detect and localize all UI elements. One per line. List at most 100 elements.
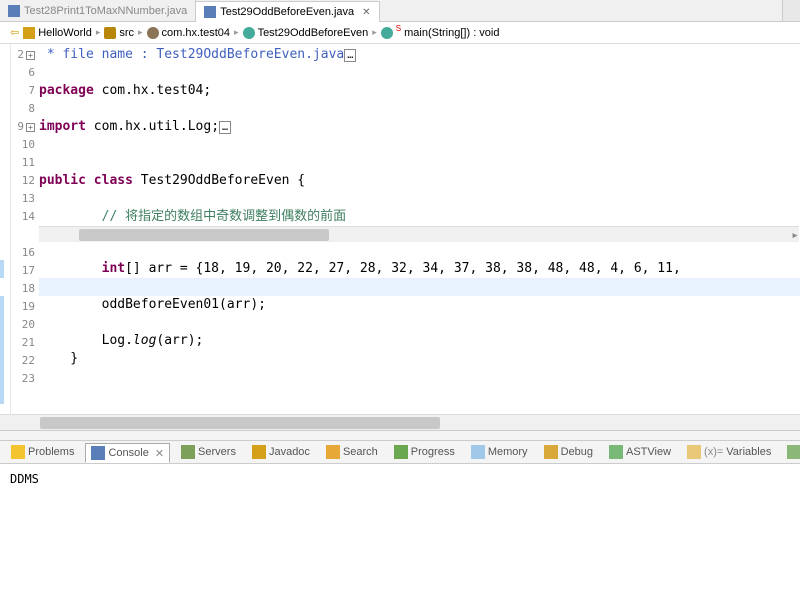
javadoc-icon bbox=[252, 445, 266, 459]
gutter-markers bbox=[0, 44, 11, 414]
tab-label: Test29OddBeforeEven.java bbox=[220, 6, 354, 18]
bc-label: main(String[]) : void bbox=[404, 27, 499, 39]
project-icon bbox=[23, 27, 35, 39]
line-num: 18 bbox=[11, 280, 35, 298]
code-editor[interactable]: 2+ 6 7 8 9+ 10 11 12 13 14 16 17 18 19 2… bbox=[0, 44, 800, 414]
code-text: class bbox=[86, 173, 133, 188]
line-num: 17 bbox=[11, 262, 35, 280]
tab-label: Variables bbox=[726, 446, 771, 458]
breadcrumb: ⇦ HelloWorld ▸ src ▸ com.hx.test04 ▸ Tes… bbox=[0, 22, 800, 44]
bc-method[interactable]: Smain(String[]) : void bbox=[381, 27, 500, 39]
java-file-icon bbox=[8, 5, 20, 17]
code-text: [] arr = {18, 19, 20, 22, 27, 28, 32, 34… bbox=[125, 261, 689, 276]
tab-label: Memory bbox=[488, 446, 528, 458]
inner-hscroll[interactable]: ▸ bbox=[39, 226, 799, 242]
bc-label: HelloWorld bbox=[38, 27, 92, 39]
tab-label: Debug bbox=[561, 446, 593, 458]
progress-icon bbox=[394, 445, 408, 459]
close-icon[interactable]: ✕ bbox=[362, 7, 370, 18]
static-marker: S bbox=[396, 24, 401, 33]
tab-servers[interactable]: Servers bbox=[176, 443, 241, 461]
tab-variables[interactable]: (x)= Variables bbox=[682, 443, 776, 461]
sash[interactable] bbox=[0, 430, 800, 440]
code-text: Log. bbox=[39, 333, 133, 348]
line-num: 12 bbox=[11, 172, 35, 190]
fold-marker[interactable]: … bbox=[219, 121, 231, 134]
tab-scroll[interactable] bbox=[782, 0, 800, 21]
bc-label: Test29OddBeforeEven bbox=[258, 27, 369, 39]
search-icon bbox=[326, 445, 340, 459]
fold-marker[interactable]: … bbox=[344, 49, 356, 62]
package-icon bbox=[147, 27, 159, 39]
java-file-icon bbox=[204, 6, 216, 18]
line-numbers: 2+ 6 7 8 9+ 10 11 12 13 14 16 17 18 19 2… bbox=[11, 44, 39, 414]
line-num: 10 bbox=[11, 136, 35, 154]
tab-label: Problems bbox=[28, 446, 74, 458]
bc-package[interactable]: com.hx.test04 bbox=[147, 27, 230, 39]
tab-astview[interactable]: ASTView bbox=[604, 443, 676, 461]
code-text: int bbox=[39, 261, 125, 276]
tab-debug[interactable]: Debug bbox=[539, 443, 598, 461]
tab-problems[interactable]: Problems bbox=[6, 443, 79, 461]
bottom-panel-tabs: Problems Console ✕ Servers Javadoc Search… bbox=[0, 440, 800, 464]
tab-search[interactable]: Search bbox=[321, 443, 383, 461]
fold-expand-icon[interactable]: + bbox=[26, 51, 35, 60]
change-marker bbox=[0, 260, 4, 278]
tab-memory[interactable]: Memory bbox=[466, 443, 533, 461]
code-text: (arr); bbox=[219, 297, 266, 312]
line-num: 8 bbox=[11, 100, 35, 118]
close-icon[interactable]: ✕ bbox=[155, 447, 164, 460]
chevron-right-icon: ▸ bbox=[372, 27, 377, 38]
tab-label: Servers bbox=[198, 446, 236, 458]
code-text: (arr); bbox=[156, 333, 203, 348]
scroll-thumb[interactable] bbox=[40, 417, 440, 429]
variables-icon bbox=[687, 445, 701, 459]
code-text: oddBeforeEven01 bbox=[39, 297, 219, 312]
bc-label: src bbox=[119, 27, 134, 39]
line-num: 14 bbox=[11, 208, 35, 226]
line-num: 7 bbox=[11, 82, 35, 100]
tab-label: Console bbox=[108, 447, 148, 459]
tree-icon bbox=[609, 445, 623, 459]
code-text: Test29OddBeforeEven { bbox=[133, 173, 305, 188]
breakpoints-icon bbox=[787, 445, 800, 459]
tab-javadoc[interactable]: Javadoc bbox=[247, 443, 315, 461]
back-icon[interactable]: ⇦ bbox=[10, 26, 19, 39]
code-text: * file name : Test29OddBeforeEven.java bbox=[39, 47, 344, 62]
tab-progress[interactable]: Progress bbox=[389, 443, 460, 461]
editor-hscroll[interactable] bbox=[0, 414, 800, 430]
code-text: com.hx.util.Log; bbox=[86, 119, 219, 134]
line-num: 11 bbox=[11, 154, 35, 172]
bc-class[interactable]: Test29OddBeforeEven bbox=[243, 27, 369, 39]
memory-icon bbox=[471, 445, 485, 459]
scroll-thumb[interactable] bbox=[79, 229, 329, 241]
tab-inactive[interactable]: Test28Print1ToMaxNNumber.java bbox=[0, 0, 196, 21]
folder-icon bbox=[104, 27, 116, 39]
class-icon bbox=[243, 27, 255, 39]
code-content[interactable]: * file name : Test29OddBeforeEven.java… … bbox=[39, 44, 800, 414]
tab-label: Search bbox=[343, 446, 378, 458]
code-text: } bbox=[39, 351, 78, 366]
tab-console[interactable]: Console ✕ bbox=[85, 443, 170, 463]
code-text: // 将指定的数组中奇数调整到偶数的前面 bbox=[39, 209, 346, 224]
tab-label: Progress bbox=[411, 446, 455, 458]
bc-project[interactable]: HelloWorld bbox=[23, 27, 92, 39]
code-text: package bbox=[39, 83, 94, 98]
method-icon bbox=[381, 27, 393, 39]
tab-label: ASTView bbox=[626, 446, 671, 458]
scroll-arrow-icon[interactable]: ▸ bbox=[791, 227, 799, 242]
chevron-right-icon: ▸ bbox=[96, 27, 101, 38]
bc-src[interactable]: src bbox=[104, 27, 134, 39]
console-output[interactable]: DDMS bbox=[0, 464, 800, 594]
editor-tabs: Test28Print1ToMaxNNumber.java Test29OddB… bbox=[0, 0, 800, 22]
tab-active[interactable]: Test29OddBeforeEven.java ✕ bbox=[196, 1, 379, 22]
line-num: 6 bbox=[11, 64, 35, 82]
code-text: import bbox=[39, 119, 86, 134]
line-num: 16 bbox=[11, 244, 35, 262]
code-text: com.hx.test04; bbox=[94, 83, 211, 98]
change-marker bbox=[0, 296, 4, 404]
code-text: public bbox=[39, 173, 86, 188]
tab-breakpoints[interactable]: Break bbox=[782, 443, 800, 461]
fold-expand-icon[interactable]: + bbox=[26, 123, 35, 132]
line-num: 23 bbox=[11, 370, 35, 388]
